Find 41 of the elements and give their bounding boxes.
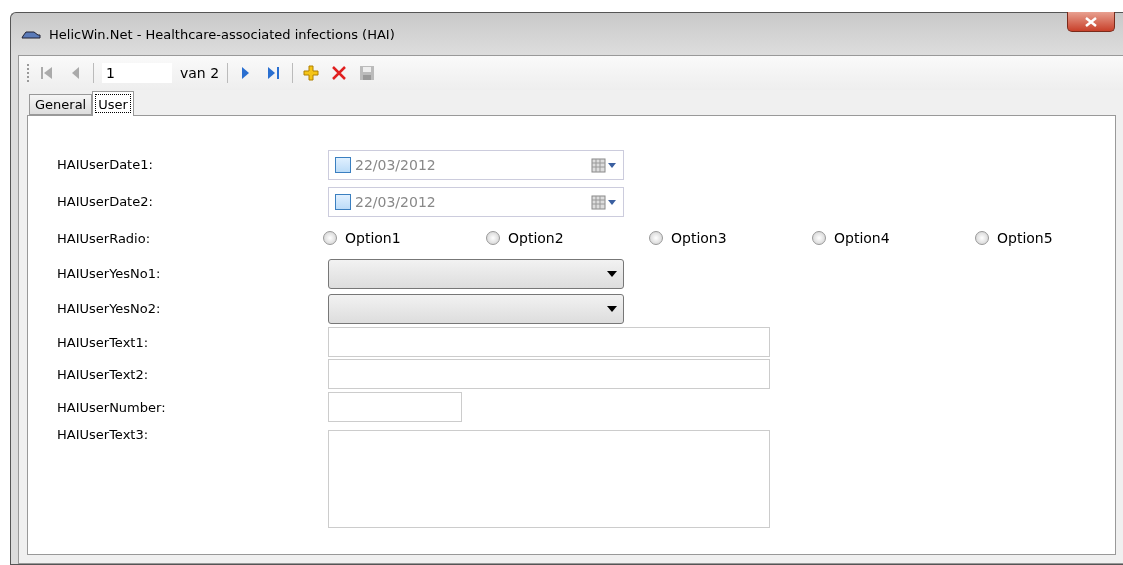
field-label: HAIUserYesNo2: — [57, 300, 162, 318]
record-position-field[interactable]: 1 — [102, 63, 172, 83]
close-icon — [1085, 16, 1097, 27]
date-picker[interactable]: 22/03/2012 — [328, 186, 624, 217]
field-label: HAIUserNumber: — [57, 398, 167, 417]
dropdown[interactable] — [328, 258, 624, 289]
calendar-dropdown-button[interactable] — [591, 193, 617, 210]
add-icon[interactable] — [301, 63, 322, 83]
radio-option[interactable]: Option4 — [812, 230, 975, 246]
text-field[interactable] — [328, 327, 770, 357]
date-picker[interactable]: 22/03/2012 — [328, 149, 624, 180]
field-label: HAIUserDate1: — [57, 156, 154, 174]
radio-option[interactable]: Option2 — [486, 230, 649, 246]
field-label: HAIUserText2: — [57, 365, 150, 384]
field-label: HAIUserText1: — [57, 333, 150, 352]
caret-icon — [607, 305, 617, 312]
date-checkbox[interactable] — [335, 156, 351, 173]
date-value: 22/03/2012 — [355, 156, 437, 173]
field-label: HAIUserRadio: — [57, 229, 152, 248]
number-field[interactable] — [328, 392, 462, 422]
triangle-left-icon — [71, 66, 79, 80]
dropdown[interactable] — [328, 293, 624, 324]
record-count: van 2 — [180, 65, 220, 81]
skip-forward-icon — [268, 66, 281, 80]
tab[interactable]: General — [29, 94, 93, 115]
field-label: HAIUserYesNo1: — [57, 265, 162, 283]
text-field[interactable] — [328, 359, 770, 389]
skip-back-icon — [41, 66, 53, 80]
window-title: HelicWin.Net - Healthcare-associated infections (HAI) — [49, 26, 395, 42]
tab[interactable]: User — [92, 91, 134, 116]
close-button[interactable] — [1067, 12, 1115, 32]
triangle-right-icon — [242, 66, 251, 80]
date-value: 22/03/2012 — [355, 193, 437, 210]
radio-option[interactable]: Option3 — [649, 230, 812, 246]
field-label: HAIUserDate2: — [57, 193, 154, 211]
date-checkbox[interactable] — [335, 193, 351, 210]
field-label: HAIUserText3: — [57, 426, 150, 444]
radio-option[interactable]: Option5 — [975, 230, 1123, 246]
caret-icon — [607, 270, 617, 277]
radio-option[interactable]: Option1 — [323, 230, 486, 246]
calendar-dropdown-button[interactable] — [591, 156, 617, 173]
